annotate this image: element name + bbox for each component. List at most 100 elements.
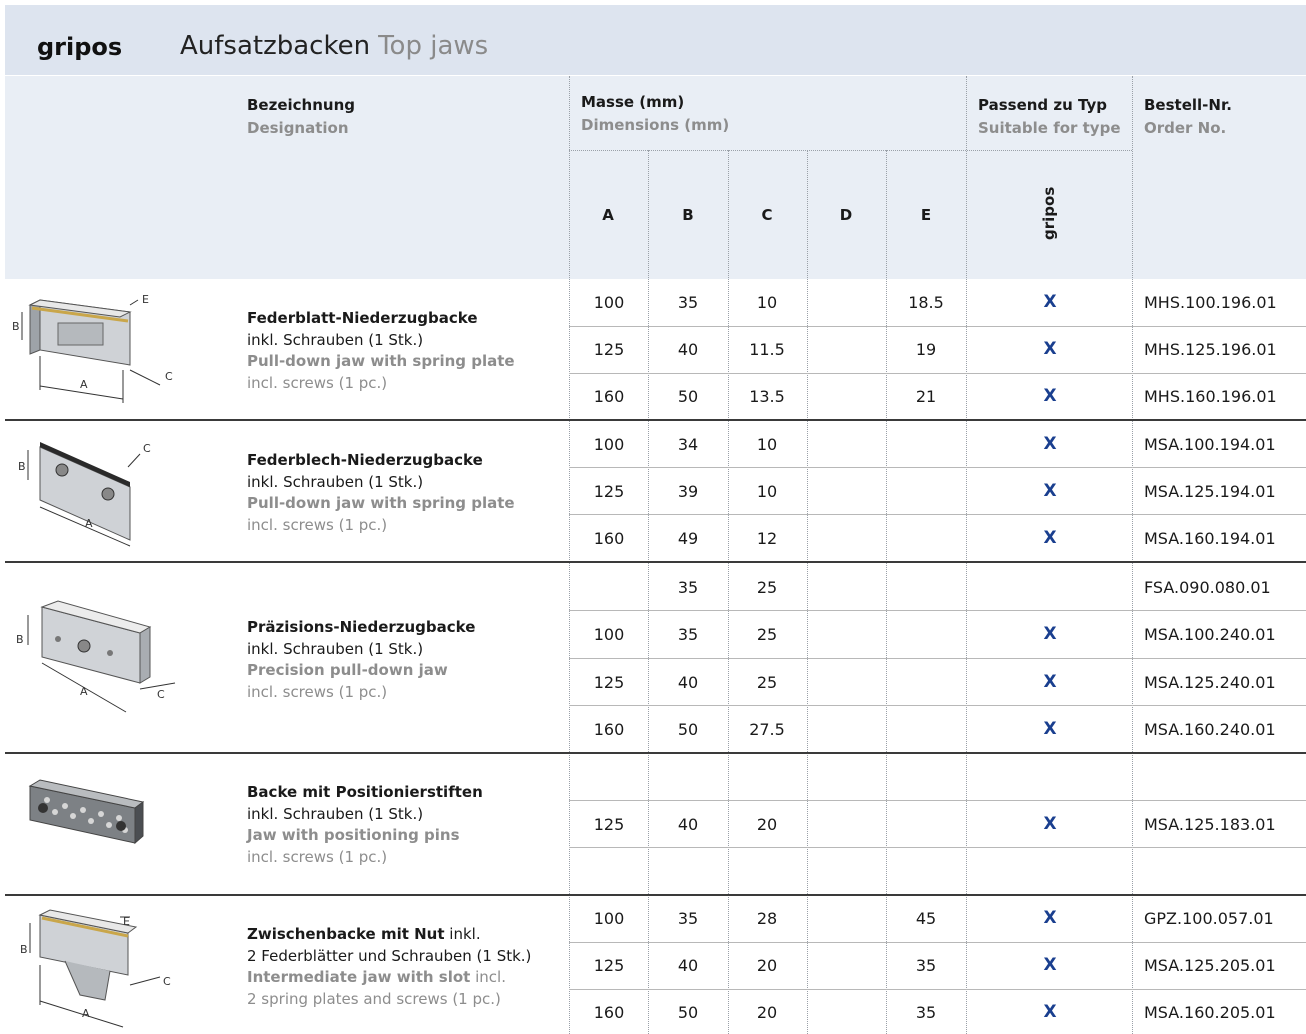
fit-mark: X [1043, 955, 1057, 975]
cell-b: 34 [677, 435, 699, 454]
product-incl-en: incl. screws (1 pc.) [247, 373, 388, 392]
cell-e: 35 [915, 956, 937, 975]
cell-e: 21 [915, 387, 937, 406]
cell-a: 100 [593, 435, 625, 454]
product-incl-en: incl. screws (1 pc.) [247, 682, 388, 701]
grid-line [807, 150, 808, 1034]
dim-label-b: B [18, 460, 26, 473]
grid-line [966, 76, 967, 1034]
order-number: MSA.125.194.01 [1144, 482, 1276, 501]
product-incl-detail: 2 Federblätter und Schrauben (1 Stk.) [247, 946, 532, 965]
product-incl: inkl. Schrauben (1 Stk.) [247, 804, 424, 823]
product-name: Backe mit Positionierstiften [247, 783, 483, 801]
product-name-en: Pull-down jaw with spring plate [247, 352, 515, 370]
product-incl-en: incl. screws (1 pc.) [247, 847, 388, 866]
dim-label-a: A [80, 685, 88, 698]
grid-line [1132, 76, 1133, 1034]
group-description: Backe mit Positionierstiften inkl. Schra… [247, 782, 557, 868]
dim-label-e: E [123, 915, 130, 928]
dim-label-c: C [143, 442, 151, 455]
cell-c: 13.5 [749, 387, 785, 406]
row-divider [569, 326, 1306, 327]
order-number: MSA.100.240.01 [1144, 625, 1276, 644]
cell-a: 160 [593, 1003, 625, 1022]
cell-a: 100 [593, 625, 625, 644]
drawing-spring-sheet-jaw: A B C [18, 442, 151, 547]
cell-b: 50 [677, 387, 699, 406]
product-name: Federblech-Niederzugbacke [247, 451, 483, 469]
page-title: Aufsatzbacken Top jaws [180, 31, 488, 61]
cell-c: 11.5 [749, 340, 785, 359]
col-designation: Bezeichnung Designation [247, 94, 355, 140]
col-suitable-de: Passend zu Typ [978, 96, 1107, 114]
product-incl-detail-en: 2 spring plates and screws (1 pc.) [247, 989, 501, 1008]
fit-mark: X [1043, 339, 1057, 359]
cell-b: 50 [677, 1003, 699, 1022]
cell-e: 18.5 [908, 293, 944, 312]
brand-name: gripos [37, 33, 123, 61]
cell-a: 125 [593, 815, 625, 834]
row-divider [569, 658, 1306, 659]
cell-c: 25 [756, 673, 778, 692]
product-incl: inkl. Schrauben (1 Stk.) [247, 639, 424, 658]
order-number: MSA.160.194.01 [1144, 529, 1276, 548]
dim-label-b: B [12, 320, 20, 333]
fit-mark: X [1043, 719, 1057, 739]
col-letter-c: C [761, 206, 773, 224]
grid-line [569, 150, 1132, 151]
cell-c: 25 [756, 578, 778, 597]
cell-a: 125 [593, 956, 625, 975]
product-incl: inkl. Schrauben (1 Stk.) [247, 472, 424, 491]
group-description: Zwischenbacke mit Nut inkl. 2 Federblätt… [247, 924, 557, 1010]
drawing-spring-plate-jaw: A B C E [12, 293, 173, 403]
row-divider [569, 942, 1306, 943]
cell-a: 125 [593, 482, 625, 501]
col-type-gripos: gripos [1040, 186, 1058, 240]
product-name-en: Intermediate jaw with slot [247, 968, 471, 986]
order-number: MHS.100.196.01 [1144, 293, 1277, 312]
product-name-en: Pull-down jaw with spring plate [247, 494, 515, 512]
col-order-en: Order No. [1144, 119, 1227, 137]
group-description: Federblatt-Niederzugbacke inkl. Schraube… [247, 308, 557, 394]
cell-b: 35 [677, 625, 699, 644]
row-divider [569, 800, 1306, 801]
col-letter-d: D [839, 206, 853, 224]
cell-b: 40 [677, 956, 699, 975]
fit-mark: X [1043, 672, 1057, 692]
group-divider [5, 561, 1306, 563]
product-name: Federblatt-Niederzugbacke [247, 309, 478, 327]
cell-e: 19 [915, 340, 937, 359]
col-order-de: Bestell-Nr. [1144, 96, 1232, 114]
order-number: MSA.125.240.01 [1144, 673, 1276, 692]
cell-b: 40 [677, 340, 699, 359]
dim-label-a: A [82, 1007, 90, 1020]
fit-mark: X [1043, 434, 1057, 454]
col-order: Bestell-Nr. Order No. [1144, 94, 1232, 140]
cell-c: 10 [756, 435, 778, 454]
order-number: MSA.125.183.01 [1144, 815, 1276, 834]
product-incl: inkl. Schrauben (1 Stk.) [247, 330, 424, 349]
cell-b: 39 [677, 482, 699, 501]
cell-a: 100 [593, 293, 625, 312]
dim-label-b: B [16, 633, 24, 646]
order-number: MSA.160.205.01 [1144, 1003, 1276, 1022]
cell-c: 28 [756, 909, 778, 928]
product-name-en: Jaw with positioning pins [247, 826, 460, 844]
order-number: MHS.160.196.01 [1144, 387, 1277, 406]
fit-mark: X [1043, 528, 1057, 548]
cell-b: 35 [677, 293, 699, 312]
fit-mark: X [1043, 624, 1057, 644]
group-divider [5, 752, 1306, 754]
product-name: Präzisions-Niederzugbacke [247, 618, 476, 636]
product-incl: inkl. [449, 925, 481, 943]
col-dimensions: Masse (mm) Dimensions (mm) [581, 91, 729, 137]
dim-label-e: E [142, 293, 149, 306]
col-designation-en: Designation [247, 119, 349, 137]
row-divider [569, 373, 1306, 374]
fit-mark: X [1043, 908, 1057, 928]
fit-mark: X [1043, 481, 1057, 501]
group-description: Präzisions-Niederzugbacke inkl. Schraube… [247, 617, 557, 703]
cell-a: 100 [593, 909, 625, 928]
fit-mark: X [1043, 386, 1057, 406]
col-suitable: Passend zu Typ Suitable for type [978, 94, 1121, 140]
